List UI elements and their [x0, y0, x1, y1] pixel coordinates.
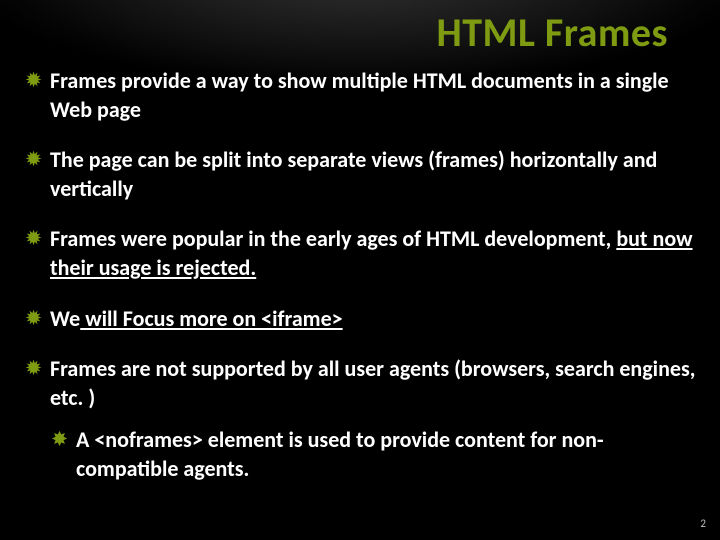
bullet-lead: Frames [50, 67, 116, 94]
bullet-text: provide a way to show multiple HTML docu… [50, 67, 669, 123]
sub-bullet-lead: A [76, 426, 89, 453]
slide-title: HTML Frames [24, 8, 696, 57]
bullet-1: Frames provide a way to show multiple HT… [24, 67, 696, 124]
bullet-text: page can be split into separate views (f… [50, 146, 657, 202]
page-number: 2 [700, 517, 706, 530]
bullet-lead: Frames [50, 225, 116, 252]
bullet-3: Frames were popular in the early ages of… [24, 225, 696, 282]
bullet-text: are not supported by all user agents (br… [50, 355, 695, 411]
bullet-lead: We [50, 305, 80, 332]
bullet-2: The page can be split into separate view… [24, 146, 696, 203]
bullet-5: Frames are not supported by all user age… [24, 355, 696, 483]
bullet-text: were popular in the early ages of HTML d… [116, 225, 616, 252]
bullet-list: Frames provide a way to show multiple HT… [24, 67, 696, 484]
bullet-underline: will Focus more on <iframe> [80, 305, 342, 332]
sub-bullet-list: A <noframes> element is used to provide … [50, 426, 696, 483]
slide: HTML Frames Frames provide a way to show… [0, 0, 720, 540]
sub-bullet-1: A <noframes> element is used to provide … [50, 426, 696, 483]
bullet-4: We will Focus more on <iframe> [24, 305, 696, 334]
bullet-lead: The [50, 146, 84, 173]
bullet-lead: Frames [50, 355, 116, 382]
sub-bullet-text: <noframes> element is used to provide co… [76, 426, 604, 482]
